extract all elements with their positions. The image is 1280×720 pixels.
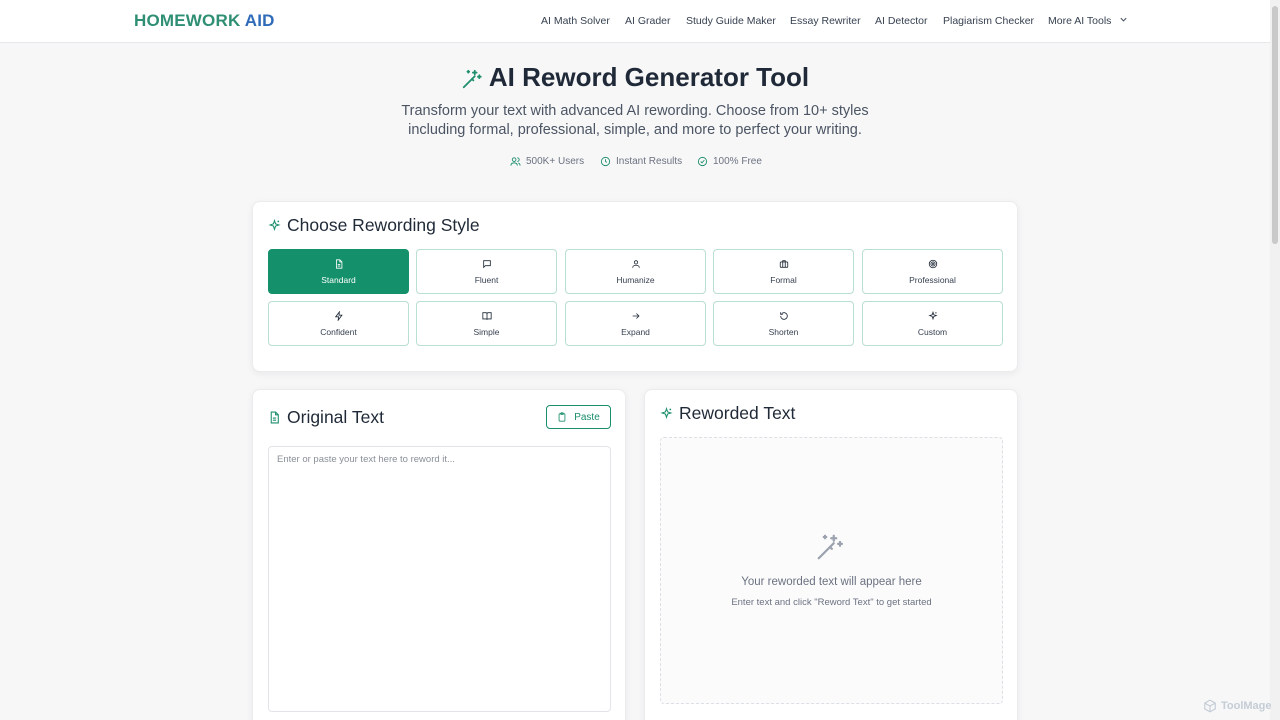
style-option-label: Humanize: [616, 274, 655, 285]
document-icon: [335, 258, 342, 269]
nav-link-study-guide-maker[interactable]: Study Guide Maker: [686, 15, 776, 27]
briefcase-icon: [779, 259, 788, 268]
style-option-expand[interactable]: Expand: [565, 301, 706, 346]
book-icon: [481, 311, 492, 320]
main-nav: AI Math Solver AI Grader Study Guide Mak…: [0, 15, 1270, 31]
paste-button-label: Paste: [574, 411, 600, 423]
watermark: ToolMage: [1203, 699, 1272, 713]
style-option-label: Formal: [770, 274, 797, 285]
page-scrollbar[interactable]: [1270, 0, 1280, 720]
original-text-input[interactable]: [268, 446, 611, 712]
clock-icon: [600, 156, 611, 167]
cube-icon: [1204, 699, 1216, 713]
sparkle-icon: [268, 219, 281, 232]
badge-free: 100% Free: [697, 156, 762, 167]
magic-wand-icon: [462, 69, 482, 89]
style-option-label: Fluent: [474, 274, 499, 285]
style-option-label: Professional: [909, 274, 956, 285]
badge-users-label: 500K+ Users: [526, 156, 585, 167]
users-icon: [510, 157, 521, 166]
style-option-custom[interactable]: Custom: [862, 301, 1003, 346]
nav-link-more-ai-tools[interactable]: More AI Tools: [1048, 15, 1111, 27]
nav-link-ai-math-solver[interactable]: AI Math Solver: [541, 15, 610, 27]
nav-link-ai-grader[interactable]: AI Grader: [625, 15, 671, 27]
page-subtitle: Transform your text with advanced AI rew…: [401, 103, 869, 138]
target-icon: [928, 259, 937, 268]
check-circle-icon: [697, 156, 708, 167]
style-option-label: Expand: [621, 326, 650, 337]
reworded-text-title: Reworded Text: [660, 403, 795, 424]
scrollbar-thumb[interactable]: [1272, 6, 1278, 244]
style-option-professional[interactable]: Professional: [862, 249, 1003, 294]
message-icon: [482, 259, 491, 268]
style-option-label: Custom: [917, 326, 948, 337]
rotate-icon: [779, 311, 788, 320]
reworded-empty-message: Your reworded text will appear here: [741, 576, 922, 588]
badge-users: 500K+ Users: [510, 156, 584, 167]
style-option-label: Shorten: [768, 326, 799, 337]
nav-link-essay-rewriter[interactable]: Essay Rewriter: [790, 15, 861, 27]
nav-link-ai-detector[interactable]: AI Detector: [875, 15, 928, 27]
nav-link-plagiarism-checker[interactable]: Plagiarism Checker: [943, 15, 1034, 27]
document-icon: [270, 411, 279, 424]
clipboard-icon: [558, 412, 566, 422]
watermark-text: ToolMage: [1221, 700, 1272, 712]
page-title: AI Reword Generator Tool: [0, 62, 1270, 93]
reworded-empty-hint: Enter text and click "Reword Text" to ge…: [731, 597, 932, 608]
sparkle-icon: [660, 407, 673, 420]
badge-instant: Instant Results: [600, 156, 682, 167]
top-navbar: HOMEWORK AID AI Math Solver AI Grader St…: [0, 0, 1270, 43]
sparkle-icon: [927, 310, 938, 320]
reworded-text-title-text: Reworded Text: [679, 403, 796, 423]
style-option-label: Simple: [473, 326, 500, 337]
style-option-shorten[interactable]: Shorten: [713, 301, 854, 346]
page-title-text: AI Reword Generator Tool: [488, 62, 810, 92]
style-option-label: Standard: [321, 274, 356, 285]
lightning-icon: [334, 310, 343, 321]
badge-instant-label: Instant Results: [616, 156, 683, 167]
magic-wand-icon: [817, 534, 843, 560]
original-text-title-text: Original Text: [287, 407, 384, 427]
style-card-title: Choose Rewording Style: [268, 215, 480, 236]
style-option-label: Confident: [320, 326, 357, 337]
style-option-simple[interactable]: Simple: [416, 301, 557, 346]
style-card-title-text: Choose Rewording Style: [287, 215, 480, 235]
style-option-confident[interactable]: Confident: [268, 301, 409, 346]
style-option-formal[interactable]: Formal: [713, 249, 854, 294]
badge-free-label: 100% Free: [713, 156, 762, 167]
paste-button[interactable]: Paste: [546, 405, 611, 429]
person-icon: [631, 259, 640, 268]
reworded-output-area: [660, 437, 1003, 704]
style-option-standard[interactable]: Standard: [268, 249, 409, 294]
chevron-down-icon[interactable]: [1119, 15, 1128, 24]
style-option-humanize[interactable]: Humanize: [565, 249, 706, 294]
original-text-title: Original Text: [268, 407, 384, 428]
style-option-fluent[interactable]: Fluent: [416, 249, 557, 294]
arrow-right-icon: [632, 312, 640, 319]
